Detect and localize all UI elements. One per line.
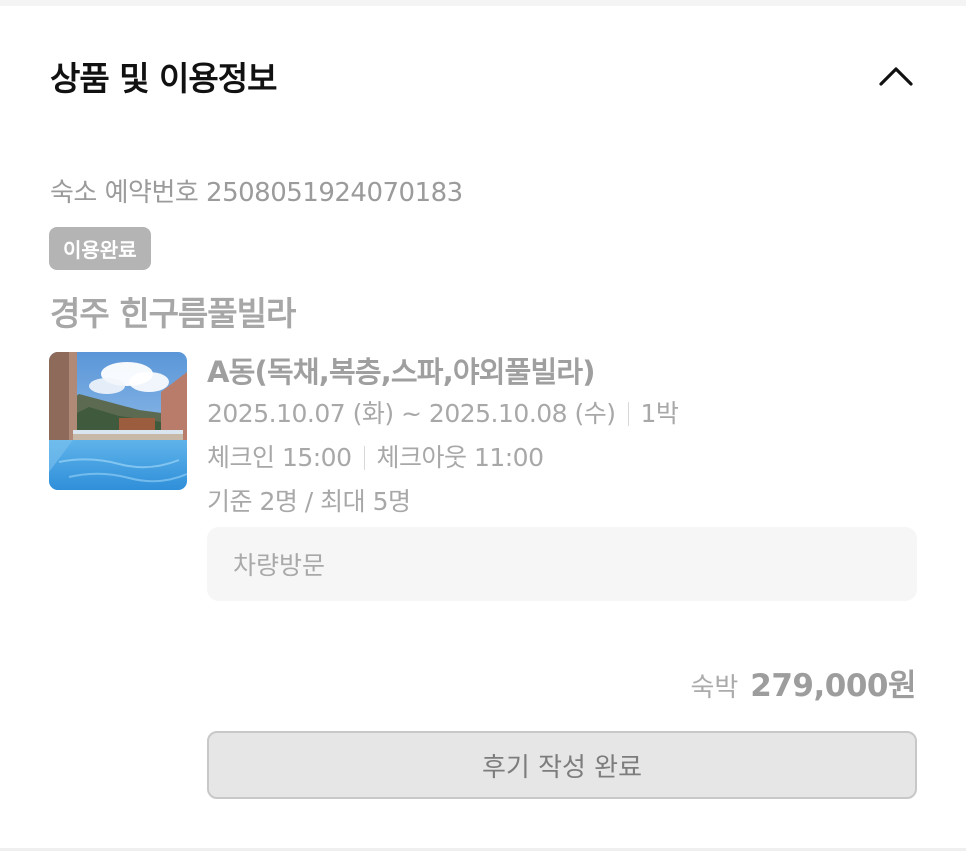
capacity-row: 기준 2명 / 최대 5명: [207, 480, 917, 524]
checkin-time: 체크인 15:00: [207, 443, 352, 472]
room-photo: [49, 352, 187, 490]
review-complete-button[interactable]: 후기 작성 완료: [207, 731, 917, 799]
capacity: 기준 2명 / 최대 5명: [207, 487, 411, 516]
reservation-number: 숙소 예약번호 2508051924070183: [50, 178, 463, 208]
visit-method-box: 차량방문: [207, 527, 917, 601]
chevron-up-icon: [879, 67, 913, 86]
price-row: 숙박 279,000원: [690, 660, 916, 705]
room-thumbnail[interactable]: [49, 352, 187, 490]
checkout-time: 체크아웃 11:00: [376, 443, 545, 472]
room-info: A동(독채,복층,스파,야외풀빌라) 2025.10.07 (화) ~ 2025…: [207, 352, 917, 524]
separator: [363, 446, 365, 470]
price-label: 숙박: [690, 673, 739, 703]
top-divider: [0, 0, 966, 6]
collapse-toggle-button[interactable]: [876, 56, 916, 96]
separator: [627, 402, 629, 426]
property-name[interactable]: 경주 힌구름풀빌라: [50, 287, 296, 335]
room-name: A동(독채,복층,스파,야외풀빌라): [207, 355, 596, 389]
stay-dates: 2025.10.07 (화) ~ 2025.10.08 (수): [207, 399, 616, 428]
section-title: 상품 및 이용정보: [50, 59, 277, 98]
stay-dates-row: 2025.10.07 (화) ~ 2025.10.08 (수) 1박: [207, 392, 917, 436]
price-value: 279,000원: [750, 668, 916, 704]
section-header[interactable]: 상품 및 이용정보: [50, 52, 916, 100]
status-badge: 이용완료: [49, 227, 151, 270]
stay-nights: 1박: [640, 399, 679, 428]
check-times-row: 체크인 15:00 체크아웃 11:00: [207, 436, 917, 480]
